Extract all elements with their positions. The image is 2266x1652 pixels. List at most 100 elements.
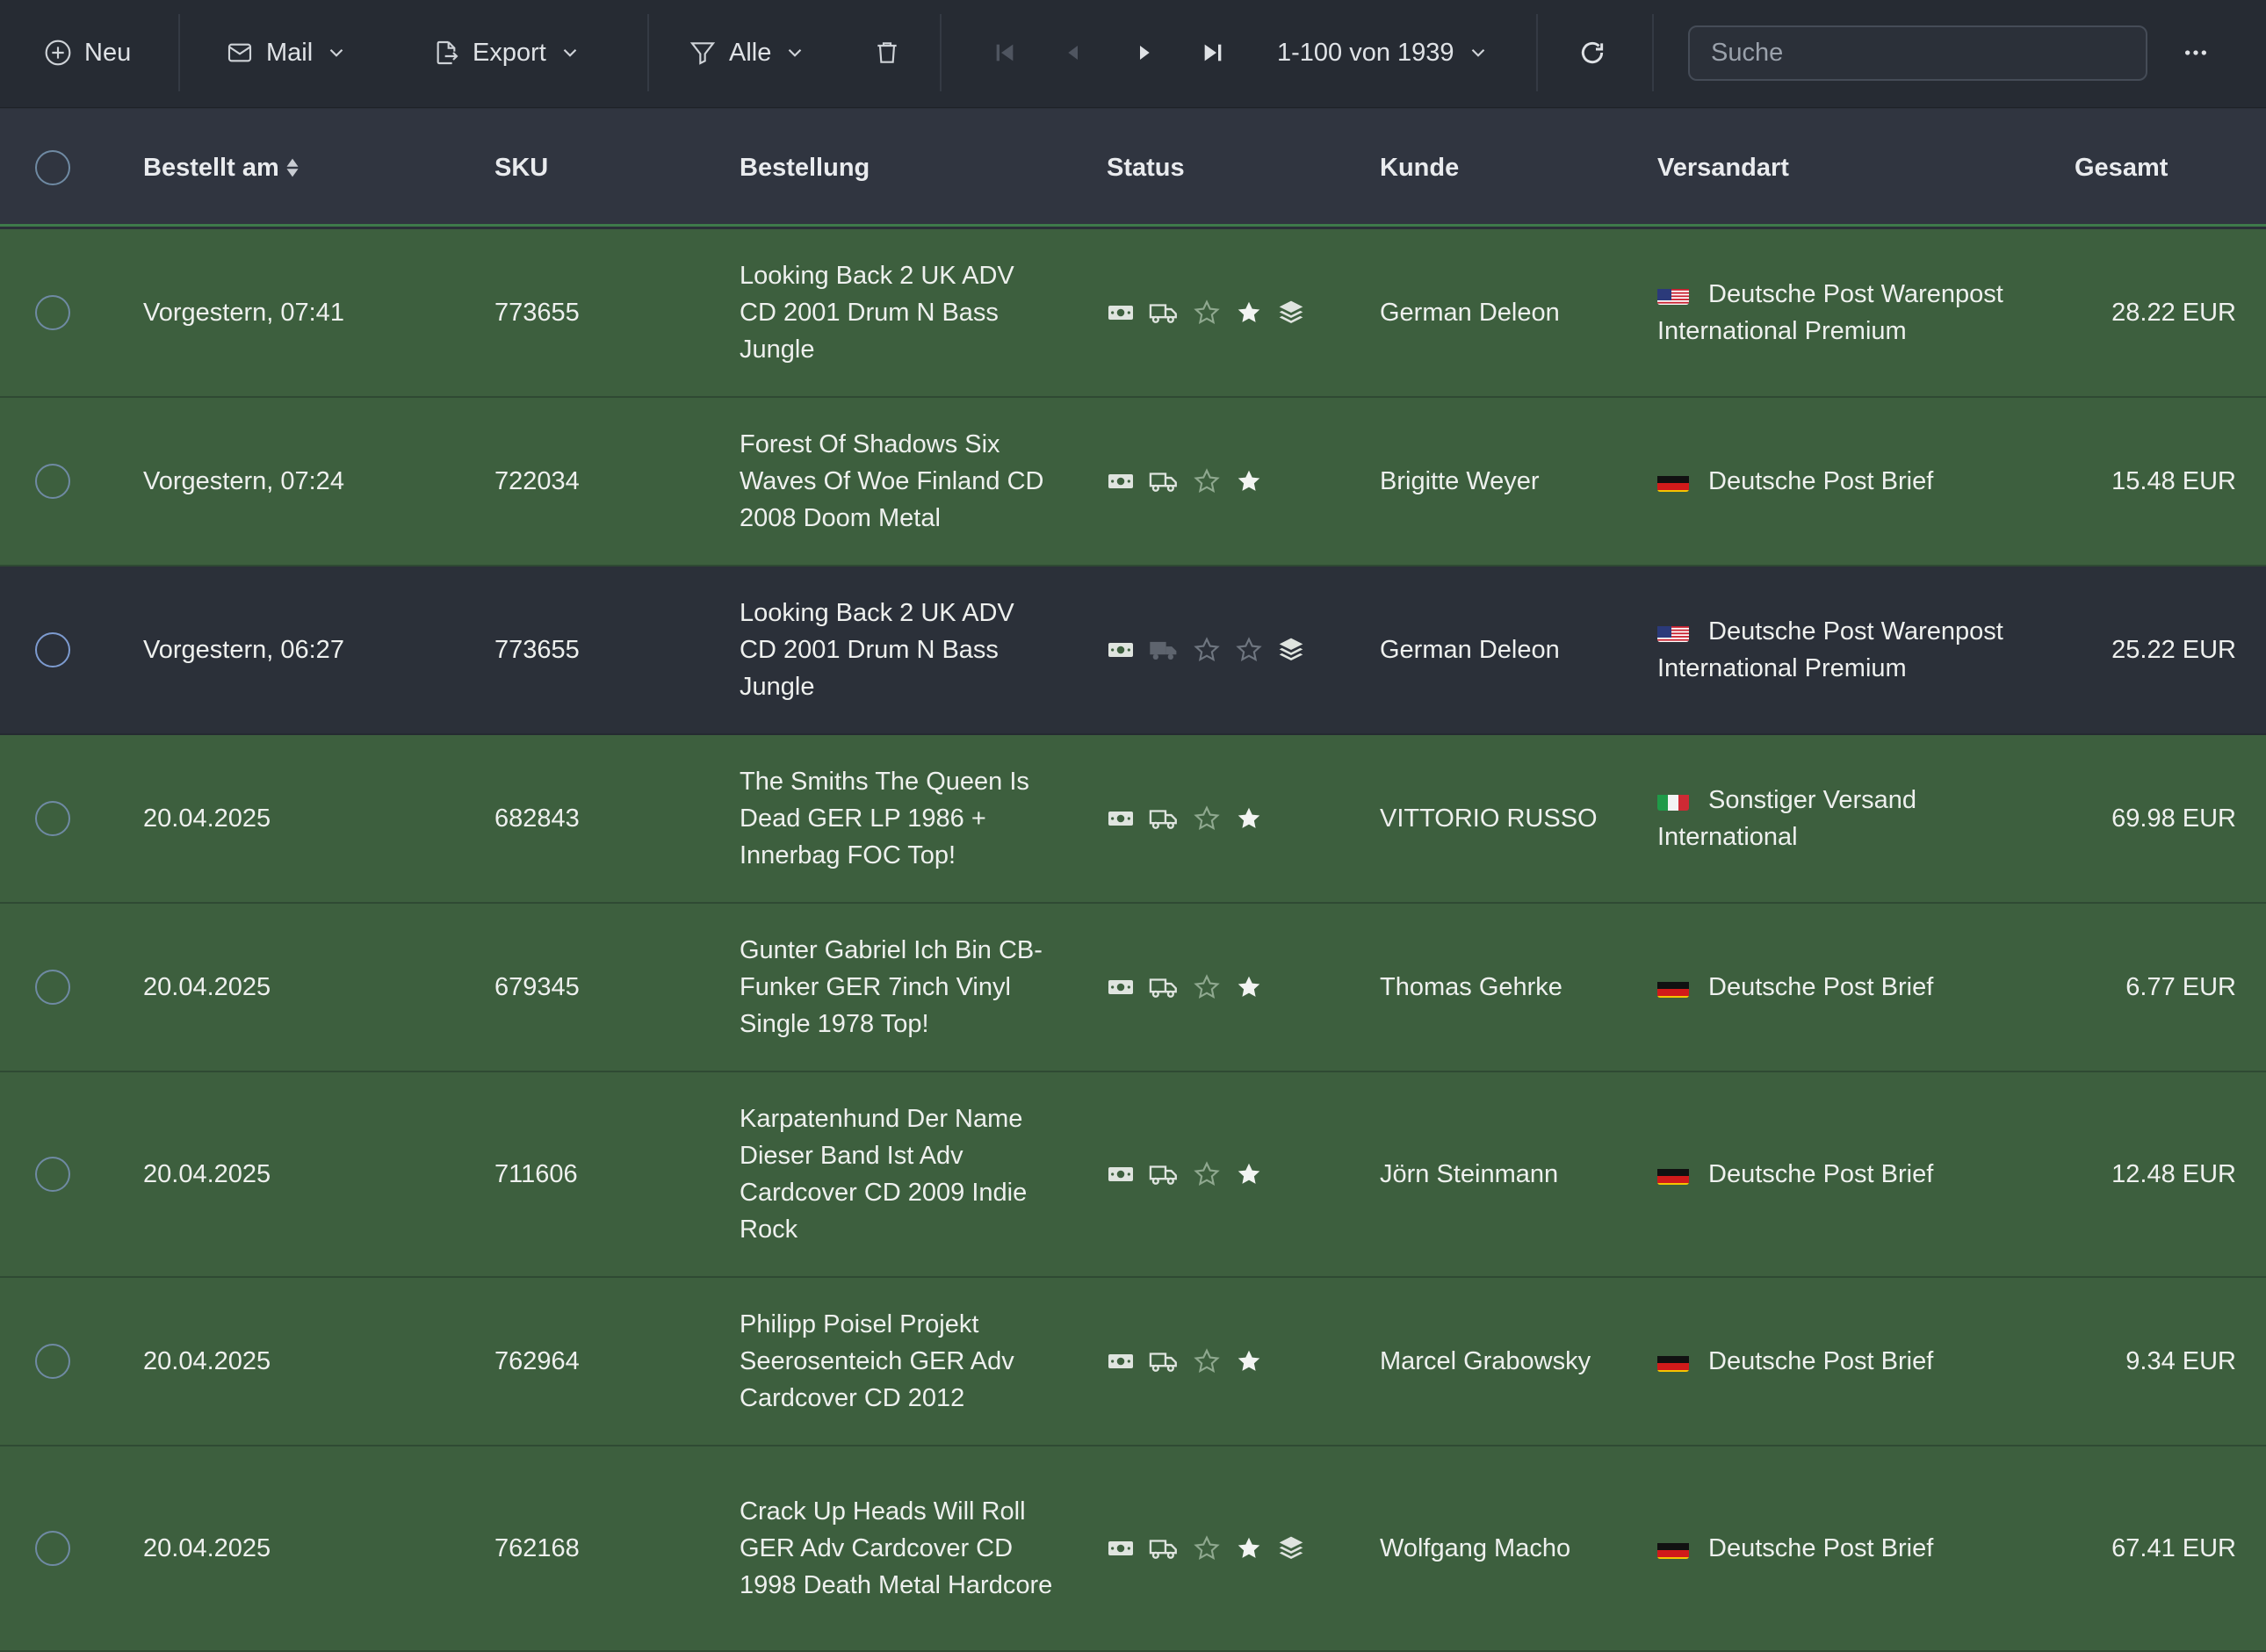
star-filled-icon[interactable] bbox=[1235, 1534, 1263, 1562]
column-header-sku[interactable]: SKU bbox=[494, 109, 548, 227]
payment-icon bbox=[1108, 1167, 1133, 1181]
layers-icon bbox=[1279, 638, 1303, 660]
customer-name: Brigitte Weyer bbox=[1380, 467, 1540, 495]
column-header-shipping[interactable]: Versandart bbox=[1657, 109, 1789, 227]
export-button[interactable]: Export bbox=[432, 26, 581, 79]
toolbar-divider bbox=[1652, 14, 1654, 91]
row-checkbox[interactable] bbox=[35, 970, 70, 1005]
row-checkbox[interactable] bbox=[35, 632, 70, 667]
search-input[interactable] bbox=[1688, 25, 2147, 81]
order-title: Forest Of Shadows Six Waves Of Woe Finla… bbox=[740, 430, 1044, 532]
select-all-checkbox[interactable] bbox=[35, 150, 70, 185]
filter-button[interactable]: Alle bbox=[689, 26, 806, 79]
refresh-button[interactable] bbox=[1578, 26, 1606, 79]
order-total: 25.22 EUR bbox=[2111, 636, 2236, 664]
star-outline-icon[interactable] bbox=[1193, 973, 1221, 1001]
previous-page-button[interactable] bbox=[1060, 26, 1088, 79]
row-checkbox[interactable] bbox=[35, 1157, 70, 1192]
table-row[interactable]: 20.04.2025 682843 The Smiths The Queen I… bbox=[0, 735, 2266, 904]
truck-icon bbox=[1149, 1353, 1177, 1372]
order-total: 12.48 EUR bbox=[2111, 1160, 2236, 1188]
table-row[interactable]: Vorgestern, 06:27 773655 Looking Back 2 … bbox=[0, 566, 2266, 735]
status-icons bbox=[1107, 973, 1263, 1001]
shipping-method: Deutsche Post Brief bbox=[1708, 1534, 1934, 1562]
column-header-order[interactable]: Bestellung bbox=[740, 109, 870, 227]
status-icons bbox=[1107, 636, 1305, 664]
order-title: Looking Back 2 UK ADV CD 2001 Drum N Bas… bbox=[740, 262, 1014, 364]
star-outline-icon[interactable] bbox=[1193, 1534, 1221, 1562]
row-checkbox[interactable] bbox=[35, 1344, 70, 1379]
payment-icon bbox=[1108, 643, 1133, 657]
star-filled-icon[interactable] bbox=[1235, 804, 1263, 833]
column-header-total[interactable]: Gesamt bbox=[2075, 109, 2168, 227]
table-row[interactable]: Vorgestern, 07:41 773655 Looking Back 2 … bbox=[0, 229, 2266, 398]
trash-icon bbox=[877, 42, 897, 63]
shipping-method: Deutsche Post Brief bbox=[1708, 467, 1934, 495]
sort-icon bbox=[286, 158, 299, 177]
more-options-button[interactable] bbox=[2182, 26, 2210, 79]
last-page-icon bbox=[1204, 44, 1222, 61]
column-header-ordered-at[interactable]: Bestellt am bbox=[143, 109, 300, 227]
column-header-label: Status bbox=[1107, 153, 1185, 182]
table-row[interactable]: 20.04.2025 762168 Crack Up Heads Will Ro… bbox=[0, 1446, 2266, 1652]
star-outline-icon[interactable] bbox=[1193, 467, 1221, 495]
chevron-down-icon bbox=[789, 48, 802, 57]
select-all-cell bbox=[35, 109, 70, 227]
truck-icon bbox=[1150, 641, 1177, 660]
delete-button[interactable] bbox=[873, 26, 901, 79]
table-row[interactable]: 20.04.2025 762964 Philipp Poisel Projekt… bbox=[0, 1278, 2266, 1446]
shipping-method: Deutsche Post Warenpost International Pr… bbox=[1657, 617, 2003, 682]
star-filled-icon[interactable] bbox=[1235, 1347, 1263, 1375]
payment-icon bbox=[1108, 1354, 1133, 1368]
first-page-button[interactable] bbox=[991, 26, 1019, 79]
star-filled-icon[interactable] bbox=[1235, 1160, 1263, 1188]
row-checkbox[interactable] bbox=[35, 1531, 70, 1566]
star-filled-icon[interactable] bbox=[1235, 467, 1263, 495]
order-date: Vorgestern, 07:41 bbox=[143, 299, 344, 327]
star-outline-icon[interactable] bbox=[1193, 299, 1221, 327]
flag-icon bbox=[1657, 790, 1689, 811]
next-page-button[interactable] bbox=[1129, 26, 1158, 79]
table-row[interactable]: 20.04.2025 711606 Karpatenhund Der Name … bbox=[0, 1072, 2266, 1278]
last-page-button[interactable] bbox=[1199, 26, 1227, 79]
new-button[interactable]: Neu bbox=[44, 26, 131, 79]
order-title: Gunter Gabriel Ich Bin CB-Funker GER 7in… bbox=[740, 936, 1043, 1038]
first-page-icon bbox=[996, 44, 1014, 61]
table-row[interactable]: Vorgestern, 07:24 722034 Forest Of Shado… bbox=[0, 398, 2266, 566]
status-icons bbox=[1107, 1160, 1263, 1188]
star-filled-icon[interactable] bbox=[1235, 973, 1263, 1001]
column-header-label: Kunde bbox=[1380, 153, 1460, 182]
row-checkbox[interactable] bbox=[35, 801, 70, 836]
column-header-status[interactable]: Status bbox=[1107, 109, 1185, 227]
truck-icon bbox=[1149, 1165, 1177, 1185]
table-row[interactable]: 20.04.2025 679345 Gunter Gabriel Ich Bin… bbox=[0, 904, 2266, 1072]
order-sku: 762168 bbox=[494, 1534, 580, 1562]
truck-icon bbox=[1149, 304, 1177, 323]
star-outline-icon[interactable] bbox=[1193, 636, 1221, 664]
row-checkbox[interactable] bbox=[35, 295, 70, 330]
payment-icon bbox=[1108, 306, 1133, 320]
flag-icon bbox=[1657, 1538, 1689, 1559]
row-checkbox[interactable] bbox=[35, 464, 70, 499]
pagination-dropdown[interactable]: 1-100 von 1939 bbox=[1277, 26, 1490, 79]
flag-icon bbox=[1657, 1351, 1689, 1372]
star-outline-icon[interactable] bbox=[1193, 1160, 1221, 1188]
order-title: Crack Up Heads Will Roll GER Adv Cardcov… bbox=[740, 1497, 1053, 1599]
mail-button[interactable]: Mail bbox=[226, 26, 348, 79]
order-title: The Smiths The Queen Is Dead GER LP 1986… bbox=[740, 768, 1029, 869]
star-filled-icon[interactable] bbox=[1235, 299, 1263, 327]
order-sku: 773655 bbox=[494, 636, 580, 664]
table-body: Vorgestern, 07:41 773655 Looking Back 2 … bbox=[0, 229, 2266, 1652]
column-header-customer[interactable]: Kunde bbox=[1380, 109, 1459, 227]
order-sku: 682843 bbox=[494, 804, 580, 833]
star-outline-icon[interactable] bbox=[1193, 1347, 1221, 1375]
shipping-method: Deutsche Post Brief bbox=[1708, 1347, 1934, 1375]
order-sku: 773655 bbox=[494, 299, 580, 327]
flag-icon bbox=[1657, 621, 1689, 642]
order-title: Karpatenhund Der Name Dieser Band Ist Ad… bbox=[740, 1105, 1028, 1244]
order-date: 20.04.2025 bbox=[143, 1347, 271, 1375]
order-total: 69.98 EUR bbox=[2111, 804, 2236, 833]
star-outline-icon[interactable] bbox=[1193, 804, 1221, 833]
star-outline-icon[interactable] bbox=[1235, 636, 1263, 664]
customer-name: German Deleon bbox=[1380, 636, 1560, 664]
